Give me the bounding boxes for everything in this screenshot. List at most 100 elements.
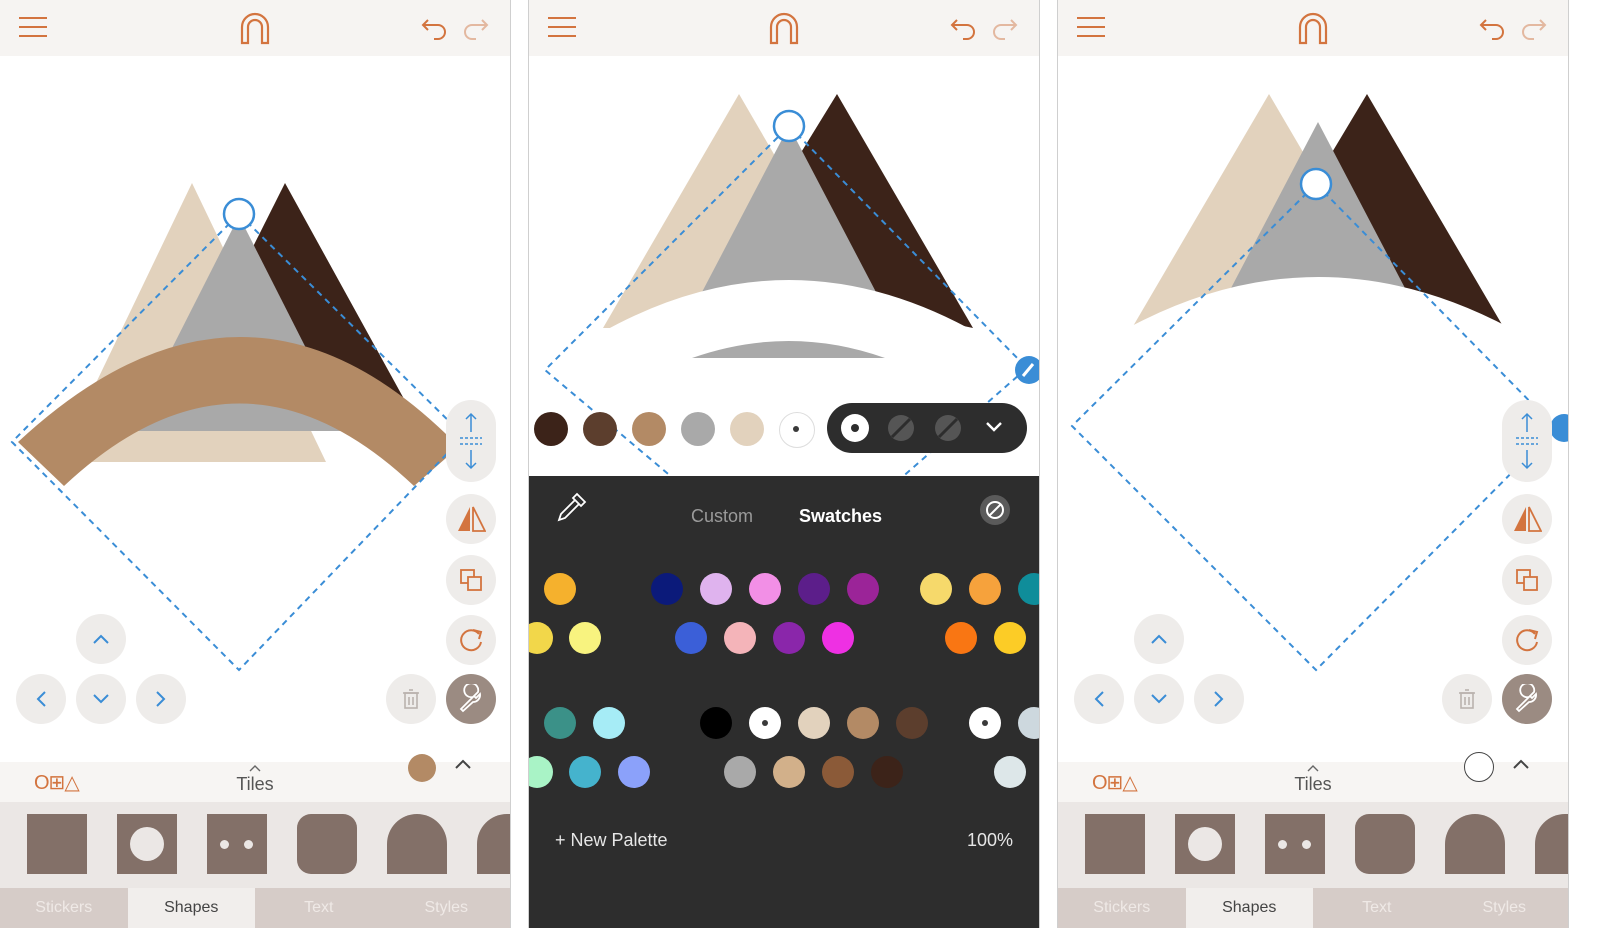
tile-arch-partial[interactable] (1535, 814, 1568, 874)
current-fill-swatch[interactable] (1464, 752, 1494, 782)
swatch-sea-green[interactable] (544, 707, 576, 739)
swatch-lilac[interactable] (700, 573, 732, 605)
swatch-yellow[interactable] (529, 622, 553, 654)
swatch-frost[interactable] (994, 756, 1026, 788)
swatch-gold[interactable] (994, 622, 1026, 654)
shapes-category-icon[interactable]: O⊞△ (34, 770, 80, 795)
tab-styles[interactable]: Styles (1440, 888, 1568, 928)
tab-shapes[interactable]: Shapes (1185, 888, 1313, 928)
swatch-dark-brown[interactable] (871, 756, 903, 788)
color-swatch-dark-brown[interactable] (534, 412, 568, 446)
chevron-down-icon[interactable] (984, 420, 1004, 434)
delete-button[interactable] (386, 674, 436, 724)
swatch-orange[interactable] (969, 573, 1001, 605)
swatch-purple[interactable] (798, 573, 830, 605)
tab-stickers[interactable]: Stickers (0, 888, 128, 928)
nudge-right-button[interactable] (1194, 674, 1244, 724)
stretch-vertical-button[interactable] (446, 400, 496, 482)
swatch-cyan[interactable] (569, 756, 601, 788)
opacity-value[interactable]: 100% (967, 830, 1013, 851)
swatch-sienna[interactable] (822, 756, 854, 788)
swatch-tan-brown[interactable] (847, 707, 879, 739)
redo-icon[interactable] (460, 12, 490, 42)
swatch-tan[interactable] (798, 707, 830, 739)
fill-stroke-selector[interactable] (827, 403, 1027, 453)
current-fill-swatch[interactable] (408, 754, 436, 782)
hamburger-menu-icon[interactable] (545, 12, 579, 42)
swatch-brown[interactable] (896, 707, 928, 739)
swatch-periwinkle[interactable] (618, 756, 650, 788)
color-swatch-brown[interactable] (583, 412, 617, 446)
design-canvas[interactable] (0, 56, 510, 756)
tab-custom[interactable]: Custom (691, 506, 753, 527)
rotate-button[interactable] (1502, 615, 1552, 665)
color-swatch-white-selected[interactable] (779, 412, 815, 448)
swatch-white-selected[interactable] (749, 707, 781, 739)
chevron-up-icon[interactable] (1512, 758, 1530, 770)
tile-arch[interactable] (1445, 814, 1505, 874)
tile-arch-partial[interactable] (477, 814, 510, 874)
swatch-pale-yellow[interactable] (920, 573, 952, 605)
swatch-amber[interactable] (544, 573, 576, 605)
wrench-tool-button[interactable] (1502, 674, 1552, 724)
color-swatch-tan[interactable] (730, 412, 764, 446)
swatch-navy[interactable] (651, 573, 683, 605)
swatch-fuchsia[interactable] (822, 622, 854, 654)
tile-arch[interactable] (387, 814, 447, 874)
swatch-mint[interactable] (529, 756, 553, 788)
swatch-pale-gray-blue[interactable] (1018, 707, 1039, 739)
swatch-white-alt[interactable] (969, 707, 1001, 739)
nudge-left-button[interactable] (16, 674, 66, 724)
tile-square-two-dots[interactable] (1265, 814, 1325, 874)
no-color-icon[interactable] (979, 494, 1011, 526)
eyedropper-icon[interactable] (555, 492, 587, 524)
swatch-black[interactable] (700, 707, 732, 739)
tile-square-two-dots[interactable] (207, 814, 267, 874)
swatch-teal[interactable] (1018, 573, 1039, 605)
undo-icon[interactable] (949, 12, 979, 42)
hamburger-menu-icon[interactable] (16, 12, 50, 42)
tab-styles[interactable]: Styles (382, 888, 510, 928)
swatch-magenta-dark[interactable] (847, 573, 879, 605)
tile-rounded-square[interactable] (1355, 814, 1415, 874)
wrench-tool-button[interactable] (446, 674, 496, 724)
swatch-ice-blue[interactable] (593, 707, 625, 739)
fill-option-selected[interactable] (841, 414, 869, 442)
undo-icon[interactable] (420, 12, 450, 42)
swatch-pink[interactable] (749, 573, 781, 605)
shapes-category-icon[interactable]: O⊞△ (1092, 770, 1138, 795)
swatch-sand[interactable] (773, 756, 805, 788)
nudge-left-button[interactable] (1074, 674, 1124, 724)
nudge-right-button[interactable] (136, 674, 186, 724)
flip-button[interactable] (1502, 494, 1552, 544)
drawer-title[interactable]: Tiles (1294, 774, 1331, 795)
nudge-up-button[interactable] (1134, 614, 1184, 664)
swatch-gray[interactable] (724, 756, 756, 788)
nudge-up-button[interactable] (76, 614, 126, 664)
duplicate-button[interactable] (1502, 555, 1552, 605)
tile-square-circle[interactable] (117, 814, 177, 874)
nudge-down-button[interactable] (1134, 674, 1184, 724)
color-swatch-tan-brown[interactable] (632, 412, 666, 446)
redo-icon[interactable] (989, 12, 1019, 42)
swatch-blush[interactable] (724, 622, 756, 654)
swatch-light-yellow[interactable] (569, 622, 601, 654)
tab-shapes[interactable]: Shapes (127, 888, 255, 928)
chevron-up-icon[interactable] (454, 758, 472, 770)
swatch-violet[interactable] (773, 622, 805, 654)
stroke-option-none-icon[interactable] (887, 414, 915, 442)
flip-button[interactable] (446, 494, 496, 544)
tab-text[interactable]: Text (255, 888, 383, 928)
tab-stickers[interactable]: Stickers (1058, 888, 1186, 928)
tile-square[interactable] (1085, 814, 1145, 874)
tile-rounded-square[interactable] (297, 814, 357, 874)
tab-text[interactable]: Text (1313, 888, 1441, 928)
swatch-deep-orange[interactable] (945, 622, 977, 654)
swatch-royal-blue[interactable] (675, 622, 707, 654)
duplicate-button[interactable] (446, 555, 496, 605)
hamburger-menu-icon[interactable] (1074, 12, 1108, 42)
delete-button[interactable] (1442, 674, 1492, 724)
tile-square[interactable] (27, 814, 87, 874)
new-palette-button[interactable]: + New Palette (555, 830, 668, 851)
shadow-option-none-icon[interactable] (934, 414, 962, 442)
